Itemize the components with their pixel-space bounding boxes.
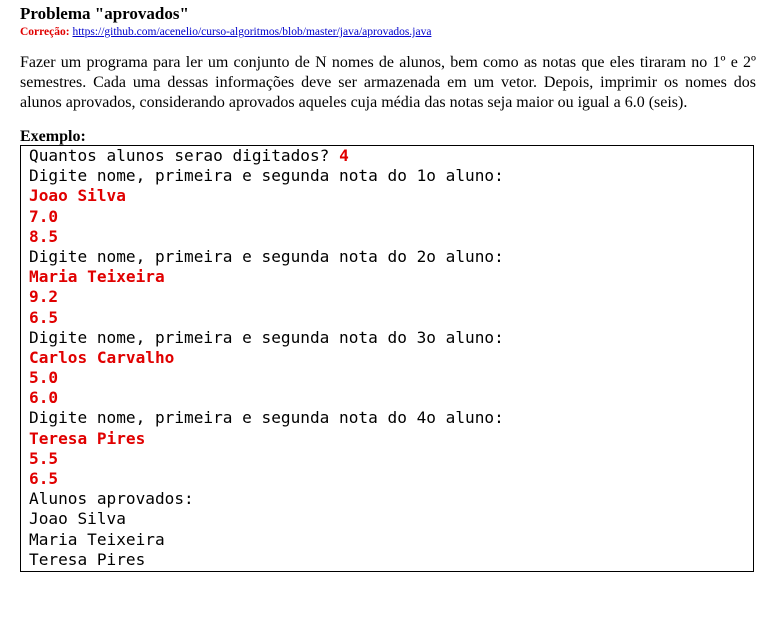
console-input-line: 9.2 (29, 287, 59, 307)
console-input-line: Joao Silva (29, 186, 126, 206)
console-output-line: Digite nome, primeira e segunda nota do … (29, 246, 504, 266)
console-input-line: 6.5 (29, 307, 59, 327)
count-prompt-text: Quantos alunos serao digitados? (29, 146, 340, 165)
console-input-line: 5.5 (29, 448, 59, 468)
correction-label: Correção: (20, 26, 70, 38)
console-input-line: Teresa Pires (29, 428, 146, 448)
console-line-count-prompt: Quantos alunos serao digitados? 4 (29, 146, 753, 166)
console-output-line: Alunos aprovados: (29, 489, 194, 509)
page-title: Problema "aprovados" (20, 4, 189, 23)
console-output-line: Digite nome, primeira e segunda nota do … (29, 408, 504, 428)
example-label: Exemplo: (20, 128, 86, 145)
console-input-line: 6.0 (29, 388, 59, 408)
console-output-line: Digite nome, primeira e segunda nota do … (29, 327, 504, 347)
correction-line: Correção: https://github.com/acenelio/cu… (20, 24, 757, 40)
console-input-line: 6.5 (29, 469, 59, 488)
console-input-line: Maria Teixeira (29, 267, 165, 287)
console-lines: Digite nome, primeira e segunda nota do … (29, 166, 753, 570)
console-output-line: Maria Teixeira (29, 529, 165, 549)
console-input-line: 5.0 (29, 368, 59, 388)
console-input-line: 8.5 (29, 226, 59, 246)
console-example: Quantos alunos serao digitados? 4 Digite… (20, 145, 754, 572)
correction-link[interactable]: https://github.com/acenelio/curso-algori… (72, 26, 431, 38)
console-input-line: 7.0 (29, 206, 59, 226)
console-output-line: Teresa Pires (29, 549, 146, 569)
document-page: Problema "aprovados" Correção: https://g… (20, 4, 757, 572)
console-output-line: Digite nome, primeira e segunda nota do … (29, 166, 504, 186)
console-output-line: Joao Silva (29, 509, 126, 529)
console-input-line: Carlos Carvalho (29, 347, 175, 367)
count-input-value: 4 (339, 146, 349, 165)
problem-description: Fazer um programa para ler um conjunto d… (20, 54, 756, 111)
